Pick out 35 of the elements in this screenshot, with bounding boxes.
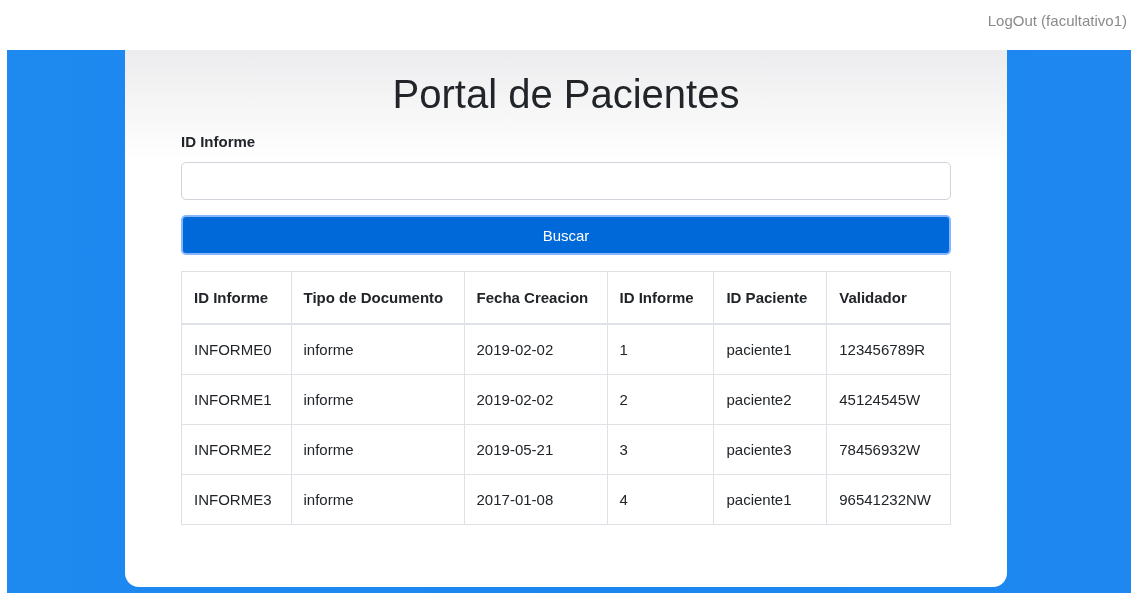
table-cell: INFORME1 — [181, 374, 291, 425]
table-cell: paciente1 — [713, 324, 827, 375]
table-cell: informe — [291, 374, 465, 425]
table-cell: 45124545W — [826, 374, 951, 425]
table-cell: INFORME2 — [181, 424, 291, 475]
table-cell: 3 — [607, 424, 714, 475]
table-cell: informe — [291, 474, 465, 525]
table-cell: INFORME0 — [181, 324, 291, 375]
column-header: ID Informe — [181, 271, 291, 324]
table-cell: 4 — [607, 474, 714, 525]
column-header: ID Informe — [607, 271, 714, 324]
input-field[interactable] — [181, 162, 951, 200]
column-header: ID Paciente — [713, 271, 827, 324]
table-cell: 2017-01-08 — [464, 474, 608, 525]
page-title: Portal de Pacientes — [391, 72, 741, 117]
column-header: Validador — [826, 271, 951, 324]
column-header: Fecha Creacion — [464, 271, 608, 324]
table-cell: informe — [291, 324, 465, 375]
logout-link[interactable]: LogOut (facultativo1) — [987, 12, 1127, 29]
table-cell: paciente3 — [713, 424, 827, 475]
table-cell: 96541232NW — [826, 474, 951, 525]
table-cell: 1 — [607, 324, 714, 375]
table-cell: 2019-05-21 — [464, 424, 608, 475]
table-cell: 2019-02-02 — [464, 324, 608, 375]
table-cell: informe — [291, 424, 465, 475]
field-label: ID Informe — [181, 133, 256, 150]
table-cell: paciente2 — [713, 374, 827, 425]
table-cell: INFORME3 — [181, 474, 291, 525]
table-cell: paciente1 — [713, 474, 827, 525]
table-cell: 2 — [607, 374, 714, 425]
table-cell: 123456789R — [826, 324, 951, 375]
table-cell: 78456932W — [826, 424, 951, 475]
search-button[interactable]: Buscar — [181, 215, 951, 255]
column-header: Tipo de Documento — [291, 271, 465, 324]
table-cell: 2019-02-02 — [464, 374, 608, 425]
